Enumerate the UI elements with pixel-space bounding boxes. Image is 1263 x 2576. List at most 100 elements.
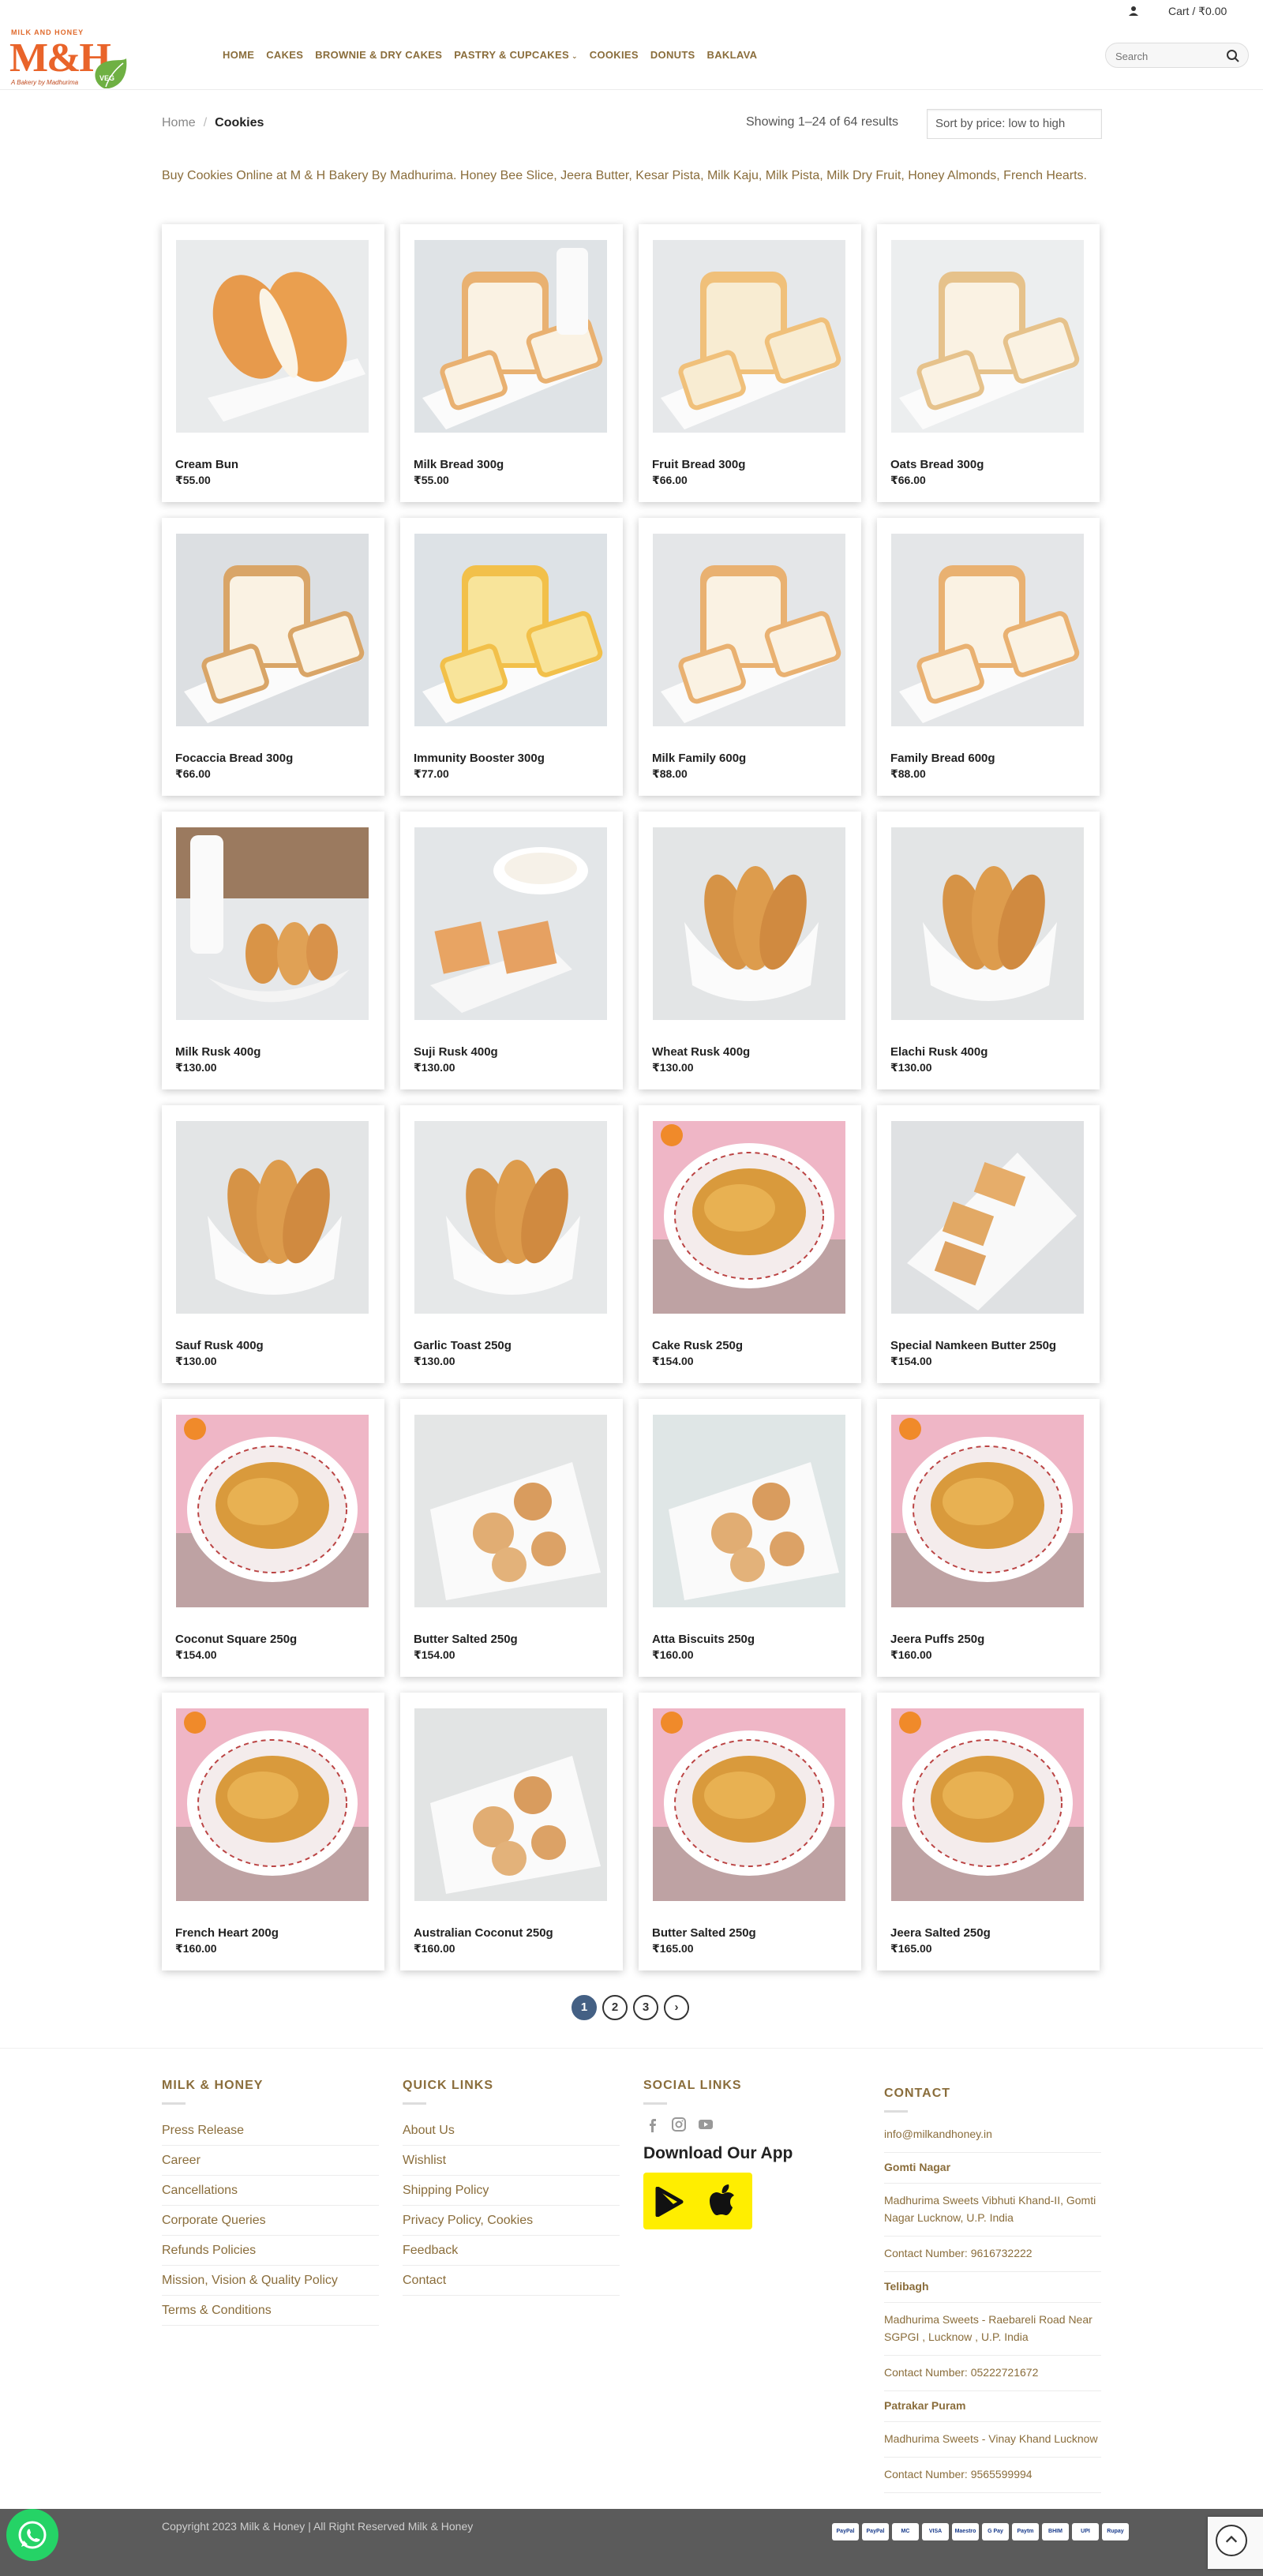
cart-link[interactable]: Cart / ₹0.00: [1168, 5, 1227, 18]
product-image[interactable]: [891, 240, 1084, 433]
product-card[interactable]: Butter Salted 250g ₹154.00: [400, 1399, 623, 1677]
location-phone[interactable]: Contact Number: 9565599994: [884, 2465, 1101, 2483]
product-image[interactable]: [414, 1121, 607, 1314]
product-card[interactable]: Garlic Toast 250g ₹130.00: [400, 1105, 623, 1383]
product-card[interactable]: Jeera Puffs 250g ₹160.00: [877, 1399, 1100, 1677]
search-input[interactable]: [1115, 49, 1226, 63]
product-card[interactable]: Cake Rusk 250g ₹154.00: [639, 1105, 861, 1383]
product-name[interactable]: Sauf Rusk 400g: [175, 1339, 264, 1352]
footer-link[interactable]: Shipping Policy: [403, 2176, 620, 2206]
product-name[interactable]: Focaccia Bread 300g: [175, 752, 293, 765]
next-page-button[interactable]: ›: [664, 1995, 689, 2020]
footer-link[interactable]: Corporate Queries: [162, 2206, 379, 2236]
footer-link[interactable]: Refunds Policies: [162, 2236, 379, 2266]
product-name[interactable]: Atta Biscuits 250g: [652, 1633, 755, 1646]
product-image[interactable]: [414, 240, 607, 433]
nav-item-donuts[interactable]: DONUTS: [650, 49, 695, 61]
product-name[interactable]: Coconut Square 250g: [175, 1633, 297, 1646]
product-name[interactable]: Fruit Bread 300g: [652, 458, 745, 471]
product-image[interactable]: [414, 534, 607, 726]
product-card[interactable]: Milk Bread 300g ₹55.00: [400, 224, 623, 502]
product-card[interactable]: Oats Bread 300g ₹66.00: [877, 224, 1100, 502]
product-image[interactable]: [653, 534, 845, 726]
product-card[interactable]: Atta Biscuits 250g ₹160.00: [639, 1399, 861, 1677]
product-name[interactable]: Milk Family 600g: [652, 752, 746, 765]
facebook-icon[interactable]: [643, 2116, 661, 2133]
footer-link[interactable]: Career: [162, 2146, 379, 2176]
nav-item-cakes[interactable]: CAKES: [266, 49, 303, 61]
instagram-icon[interactable]: [670, 2116, 688, 2133]
product-image[interactable]: [891, 827, 1084, 1020]
product-image[interactable]: [176, 240, 369, 433]
nav-item-brownie-dry-cakes[interactable]: BROWNIE & DRY CAKES: [315, 49, 442, 61]
product-card[interactable]: Milk Family 600g ₹88.00: [639, 518, 861, 796]
product-card[interactable]: French Heart 200g ₹160.00: [162, 1693, 384, 1970]
product-name[interactable]: French Heart 200g: [175, 1926, 279, 1940]
sort-select[interactable]: Sort by price: low to high: [927, 109, 1102, 139]
footer-link[interactable]: Mission, Vision & Quality Policy: [162, 2266, 379, 2296]
product-card[interactable]: Fruit Bread 300g ₹66.00: [639, 224, 861, 502]
apple-icon[interactable]: [708, 2184, 740, 2218]
product-card[interactable]: Suji Rusk 400g ₹130.00: [400, 812, 623, 1089]
nav-item-pastry-cupcakes[interactable]: PASTRY & CUPCAKES ⌄: [454, 49, 578, 61]
product-image[interactable]: [176, 1415, 369, 1607]
product-image[interactable]: [176, 1121, 369, 1314]
breadcrumb-home[interactable]: Home: [162, 116, 196, 129]
footer-link[interactable]: Press Release: [162, 2116, 379, 2146]
footer-link[interactable]: About Us: [403, 2116, 620, 2146]
page-2-button[interactable]: 2: [602, 1995, 628, 2020]
product-card[interactable]: Australian Coconut 250g ₹160.00: [400, 1693, 623, 1970]
product-image[interactable]: [653, 1415, 845, 1607]
whatsapp-button[interactable]: [6, 2509, 58, 2561]
product-card[interactable]: Focaccia Bread 300g ₹66.00: [162, 518, 384, 796]
product-card[interactable]: Elachi Rusk 400g ₹130.00: [877, 812, 1100, 1089]
footer-link[interactable]: Contact: [403, 2266, 620, 2296]
product-image[interactable]: [176, 534, 369, 726]
product-image[interactable]: [176, 827, 369, 1020]
product-name[interactable]: Suji Rusk 400g: [414, 1045, 498, 1059]
product-image[interactable]: [653, 1121, 845, 1314]
product-name[interactable]: Butter Salted 250g: [652, 1926, 756, 1940]
product-image[interactable]: [414, 1415, 607, 1607]
product-name[interactable]: Milk Rusk 400g: [175, 1045, 260, 1059]
product-image[interactable]: [891, 534, 1084, 726]
product-name[interactable]: Elachi Rusk 400g: [890, 1045, 988, 1059]
location-phone[interactable]: Contact Number: 9616732222: [884, 2244, 1101, 2262]
account-icon[interactable]: [1127, 5, 1140, 17]
product-image[interactable]: [891, 1121, 1084, 1314]
product-name[interactable]: Family Bread 600g: [890, 752, 995, 765]
product-card[interactable]: Milk Rusk 400g ₹130.00: [162, 812, 384, 1089]
scroll-to-top-button[interactable]: [1216, 2525, 1247, 2556]
footer-link[interactable]: Terms & Conditions: [162, 2296, 379, 2326]
product-name[interactable]: Cream Bun: [175, 458, 238, 471]
product-card[interactable]: Coconut Square 250g ₹154.00: [162, 1399, 384, 1677]
footer-link[interactable]: Privacy Policy, Cookies: [403, 2206, 620, 2236]
product-name[interactable]: Milk Bread 300g: [414, 458, 504, 471]
youtube-icon[interactable]: [697, 2116, 714, 2133]
product-card[interactable]: Immunity Booster 300g ₹77.00: [400, 518, 623, 796]
site-logo[interactable]: MILK AND HONEY M&H A Bakery by Madhurima…: [9, 28, 128, 88]
product-image[interactable]: [891, 1415, 1084, 1607]
nav-item-home[interactable]: HOME: [223, 49, 254, 61]
google-play-icon[interactable]: [654, 2187, 684, 2217]
product-card[interactable]: Special Namkeen Butter 250g ₹154.00: [877, 1105, 1100, 1383]
product-name[interactable]: Oats Bread 300g: [890, 458, 984, 471]
product-name[interactable]: Garlic Toast 250g: [414, 1339, 512, 1352]
nav-item-cookies[interactable]: COOKIES: [590, 49, 639, 61]
contact-email[interactable]: info@milkandhoney.in: [884, 2128, 992, 2140]
product-image[interactable]: [653, 240, 845, 433]
product-name[interactable]: Jeera Salted 250g: [890, 1926, 991, 1940]
product-card[interactable]: Butter Salted 250g ₹165.00: [639, 1693, 861, 1970]
product-card[interactable]: Sauf Rusk 400g ₹130.00: [162, 1105, 384, 1383]
page-3-button[interactable]: 3: [633, 1995, 658, 2020]
product-image[interactable]: [414, 827, 607, 1020]
product-image[interactable]: [653, 1708, 845, 1901]
page-1-button[interactable]: 1: [572, 1995, 597, 2020]
product-card[interactable]: Jeera Salted 250g ₹165.00: [877, 1693, 1100, 1970]
product-image[interactable]: [414, 1708, 607, 1901]
product-image[interactable]: [653, 827, 845, 1020]
footer-link[interactable]: Wishlist: [403, 2146, 620, 2176]
product-name[interactable]: Immunity Booster 300g: [414, 752, 545, 765]
product-name[interactable]: Jeera Puffs 250g: [890, 1633, 984, 1646]
location-phone[interactable]: Contact Number: 05222721672: [884, 2364, 1101, 2381]
